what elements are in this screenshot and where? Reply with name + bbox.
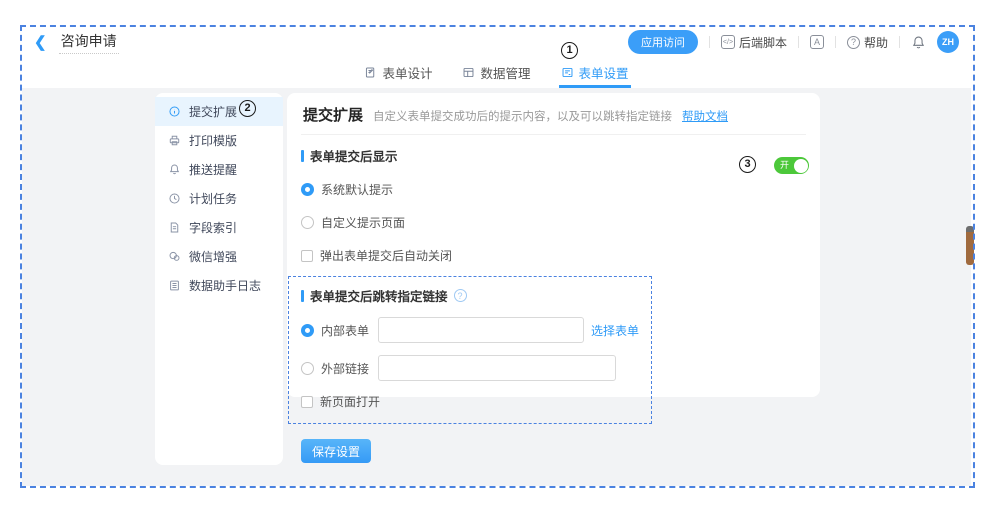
- question-icon: ?: [847, 36, 860, 49]
- tab-form-design[interactable]: 表单设计: [362, 56, 434, 88]
- title-accent-bar: [301, 150, 304, 162]
- internal-form-label: 内部表单: [321, 322, 371, 339]
- sidebar-item-push-reminder[interactable]: 推送提醒: [155, 155, 283, 184]
- app-access-button[interactable]: 应用访问: [628, 30, 698, 54]
- top-bar-actions: 应用访问 </> 后端脚本 A ? 帮助 ZH: [628, 30, 959, 54]
- panel-header: 提交扩展 自定义表单提交成功后的提示内容，以及可以跳转指定链接 帮助文档: [287, 93, 820, 134]
- sidebar-item-data-assistant-log[interactable]: 数据助手日志: [155, 271, 283, 300]
- help-doc-link[interactable]: 帮助文档: [682, 108, 728, 124]
- section-title-text: 表单提交后跳转指定链接: [310, 286, 448, 305]
- divider: [709, 36, 710, 48]
- sidebar-item-wechat-enhance[interactable]: 微信增强: [155, 242, 283, 271]
- sidebar-item-submit-extension[interactable]: 提交扩展: [155, 97, 283, 126]
- new-page-label: 新页面打开: [320, 393, 380, 410]
- option-auto-close: 弹出表单提交后自动关闭: [301, 247, 806, 264]
- sidebar-item-label: 计划任务: [189, 190, 237, 207]
- display-after-submit-section: 表单提交后显示 系统默认提示 自定义提示页面 弹出表单提交后自动关闭: [287, 135, 820, 264]
- annotation-1: 1: [561, 42, 578, 59]
- panel-description: 自定义表单提交成功后的提示内容，以及可以跳转指定链接: [373, 108, 672, 124]
- panel-title: 提交扩展: [303, 104, 363, 125]
- redirect-section-annotation-box: 表单提交后跳转指定链接 ? 内部表单 选择表单 外部链接 新页面打开: [288, 276, 652, 424]
- option-label: 弹出表单提交后自动关闭: [320, 247, 452, 264]
- toggle-on-label: 开: [780, 161, 789, 170]
- font-a-icon[interactable]: A: [810, 35, 824, 49]
- internal-form-row: 内部表单 选择表单: [301, 317, 639, 343]
- top-bar: ❮ 咨询申请 应用访问 </> 后端脚本 A ? 帮助 ZH: [22, 27, 971, 57]
- external-link-label: 外部链接: [321, 360, 371, 377]
- toggle-knob: [794, 159, 808, 173]
- external-link-input[interactable]: [378, 355, 616, 381]
- option-label: 自定义提示页面: [321, 214, 405, 231]
- sidebar-item-label: 数据助手日志: [189, 277, 261, 294]
- tab-form-settings[interactable]: 表单设置: [559, 56, 631, 88]
- help-button[interactable]: ? 帮助: [847, 34, 888, 51]
- settings-sidebar: 提交扩展 打印模版 推送提醒 计划任务 字段索引: [155, 93, 283, 465]
- section-title: 表单提交后显示: [301, 146, 806, 165]
- radio-custom-page[interactable]: [301, 216, 314, 229]
- redirect-toggle-switch[interactable]: 开: [774, 157, 809, 174]
- radio-internal-form[interactable]: [301, 324, 314, 337]
- checkbox-new-page[interactable]: [301, 396, 313, 408]
- tab-label: 表单设计: [382, 63, 432, 82]
- section-title-text: 表单提交后显示: [310, 146, 398, 165]
- radio-external-link[interactable]: [301, 362, 314, 375]
- help-label: 帮助: [864, 34, 888, 51]
- sidebar-item-field-index[interactable]: 字段索引: [155, 213, 283, 242]
- divider: [835, 36, 836, 48]
- backend-script-label: 后端脚本: [739, 34, 787, 51]
- sidebar-item-print-template[interactable]: 打印模版: [155, 126, 283, 155]
- radio-system-default[interactable]: [301, 183, 314, 196]
- title-accent-bar: [301, 290, 304, 302]
- sidebar-item-label: 推送提醒: [189, 161, 237, 178]
- annotation-3: 3: [739, 156, 756, 173]
- code-icon: </>: [721, 35, 735, 49]
- tab-label: 表单设置: [579, 63, 629, 82]
- submit-extension-panel: 提交扩展 自定义表单提交成功后的提示内容，以及可以跳转指定链接 帮助文档 表单提…: [287, 93, 820, 397]
- option-system-default: 系统默认提示: [301, 181, 806, 198]
- divider: [899, 36, 900, 48]
- sidebar-item-label: 打印模版: [189, 132, 237, 149]
- backend-script-button[interactable]: </> 后端脚本: [721, 34, 787, 51]
- sidebar-item-label: 提交扩展: [189, 103, 237, 120]
- checkbox-auto-close[interactable]: [301, 250, 313, 262]
- section-help-icon[interactable]: ?: [454, 289, 467, 302]
- floating-side-handle[interactable]: [966, 226, 974, 265]
- select-form-link[interactable]: 选择表单: [591, 322, 639, 339]
- tab-label: 数据管理: [480, 63, 530, 82]
- save-settings-button[interactable]: 保存设置: [301, 439, 371, 463]
- sidebar-item-label: 微信增强: [189, 248, 237, 265]
- app-window: ❮ 咨询申请 应用访问 </> 后端脚本 A ? 帮助 ZH: [0, 0, 1003, 522]
- annotation-2: 2: [239, 100, 256, 117]
- option-label: 系统默认提示: [321, 181, 393, 198]
- external-link-row: 外部链接: [301, 355, 639, 381]
- notification-bell-icon[interactable]: [911, 35, 926, 50]
- sidebar-item-scheduled-task[interactable]: 计划任务: [155, 184, 283, 213]
- internal-form-input[interactable]: [378, 317, 584, 343]
- section-title: 表单提交后跳转指定链接 ?: [301, 286, 639, 305]
- app-title[interactable]: 咨询申请: [59, 31, 119, 54]
- sidebar-item-label: 字段索引: [189, 219, 237, 236]
- back-icon[interactable]: ❮: [34, 33, 47, 51]
- user-avatar[interactable]: ZH: [937, 31, 959, 53]
- option-custom-page: 自定义提示页面: [301, 214, 806, 231]
- form-tab-bar: 表单设计 数据管理 表单设置: [22, 56, 971, 88]
- divider: [798, 36, 799, 48]
- tab-data-management[interactable]: 数据管理: [460, 56, 532, 88]
- new-page-row: 新页面打开: [301, 393, 639, 410]
